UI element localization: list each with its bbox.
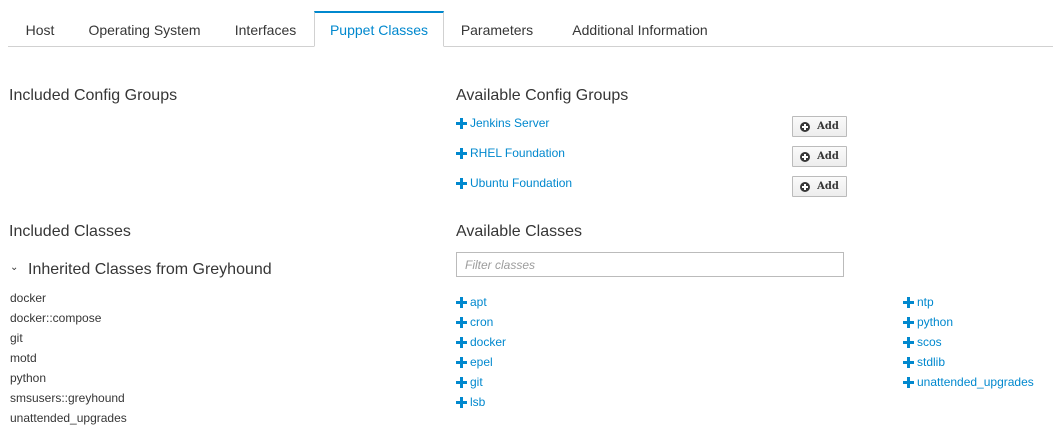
add-button-label: Add xyxy=(817,121,839,132)
list-item: python xyxy=(10,371,47,385)
class-link-cron[interactable]: cron xyxy=(456,314,506,334)
inherited-classes-toggle[interactable]: ⌄ Inherited Classes from Greyhound xyxy=(10,261,272,279)
class-label: scos xyxy=(917,335,942,349)
circle-plus-icon xyxy=(800,121,811,132)
config-group-label: Ubuntu Foundation xyxy=(470,176,573,190)
class-link-git[interactable]: git xyxy=(456,374,506,394)
class-label: cron xyxy=(470,315,494,329)
tab-puppet-classes[interactable]: Puppet Classes xyxy=(314,11,444,47)
plus-icon xyxy=(456,356,467,368)
inherited-classes-title: Inherited Classes from Greyhound xyxy=(28,261,272,278)
plus-icon xyxy=(456,376,467,388)
list-item: unattended_upgrades xyxy=(10,411,127,425)
class-label: epel xyxy=(470,355,493,369)
plus-icon xyxy=(456,296,467,308)
available-classes-title: Available Classes xyxy=(456,223,582,240)
class-link-python[interactable]: python xyxy=(903,314,1034,334)
class-link-lsb[interactable]: lsb xyxy=(456,394,506,414)
plus-icon xyxy=(456,336,467,348)
plus-icon xyxy=(903,356,914,368)
add-button-label: Add xyxy=(817,151,839,162)
plus-icon xyxy=(456,316,467,328)
class-label: docker xyxy=(470,335,507,349)
tab-host[interactable]: Host xyxy=(8,12,72,46)
list-item: git xyxy=(10,331,23,345)
available-config-groups-title: Available Config Groups xyxy=(456,87,629,104)
class-link-ntp[interactable]: ntp xyxy=(903,294,1034,314)
class-link-scos[interactable]: scos xyxy=(903,334,1034,354)
plus-icon xyxy=(456,117,467,129)
class-link-docker[interactable]: docker xyxy=(456,334,506,354)
plus-icon xyxy=(456,396,467,408)
add-config-group-button[interactable]: Add xyxy=(792,176,847,197)
plus-icon xyxy=(903,316,914,328)
tab-parameters[interactable]: Parameters xyxy=(444,12,550,46)
class-link-unattended-upgrades[interactable]: unattended_upgrades xyxy=(903,374,1034,394)
class-label: python xyxy=(917,315,954,329)
plus-icon xyxy=(456,147,467,159)
add-button-label: Add xyxy=(817,181,839,192)
class-label: ntp xyxy=(917,295,934,309)
tab-operating-system[interactable]: Operating System xyxy=(72,12,217,46)
config-group-link-jenkins-server[interactable]: Jenkins Server xyxy=(456,116,549,130)
class-link-apt[interactable]: apt xyxy=(456,294,506,314)
circle-plus-icon xyxy=(800,151,811,162)
available-classes-list-1: apt cron docker epel git lsb xyxy=(456,294,506,414)
class-label: lsb xyxy=(470,395,486,409)
plus-icon xyxy=(903,376,914,388)
available-classes-list-2: ntp python scos stdlib unattended_upgrad… xyxy=(903,294,1034,394)
add-config-group-button[interactable]: Add xyxy=(792,116,847,137)
list-item: motd xyxy=(10,351,37,365)
config-group-label: Jenkins Server xyxy=(470,116,550,130)
plus-icon xyxy=(903,296,914,308)
class-link-stdlib[interactable]: stdlib xyxy=(903,354,1034,374)
list-item: smsusers::greyhound xyxy=(10,391,125,405)
filter-classes-input[interactable] xyxy=(456,252,844,277)
class-label: stdlib xyxy=(917,355,946,369)
class-link-epel[interactable]: epel xyxy=(456,354,506,374)
config-group-link-rhel-foundation[interactable]: RHEL Foundation xyxy=(456,146,565,160)
class-label: unattended_upgrades xyxy=(917,375,1034,389)
tab-additional-information[interactable]: Additional Information xyxy=(550,12,730,46)
list-item: docker xyxy=(10,291,47,305)
tab-bar: Host Operating System Interfaces Puppet … xyxy=(8,11,1053,47)
chevron-down-icon: ⌄ xyxy=(10,262,19,274)
included-classes-title: Included Classes xyxy=(9,223,131,240)
config-group-label: RHEL Foundation xyxy=(470,146,565,160)
plus-icon xyxy=(456,177,467,189)
plus-icon xyxy=(903,336,914,348)
tab-interfaces[interactable]: Interfaces xyxy=(217,12,314,46)
circle-plus-icon xyxy=(800,181,811,192)
config-group-link-ubuntu-foundation[interactable]: Ubuntu Foundation xyxy=(456,176,572,190)
included-config-groups-title: Included Config Groups xyxy=(9,87,178,104)
class-label: git xyxy=(470,375,483,389)
list-item: docker::compose xyxy=(10,311,102,325)
class-label: apt xyxy=(470,295,487,309)
add-config-group-button[interactable]: Add xyxy=(792,146,847,167)
inherited-classes-list: docker docker::compose git motd python s… xyxy=(10,290,127,430)
